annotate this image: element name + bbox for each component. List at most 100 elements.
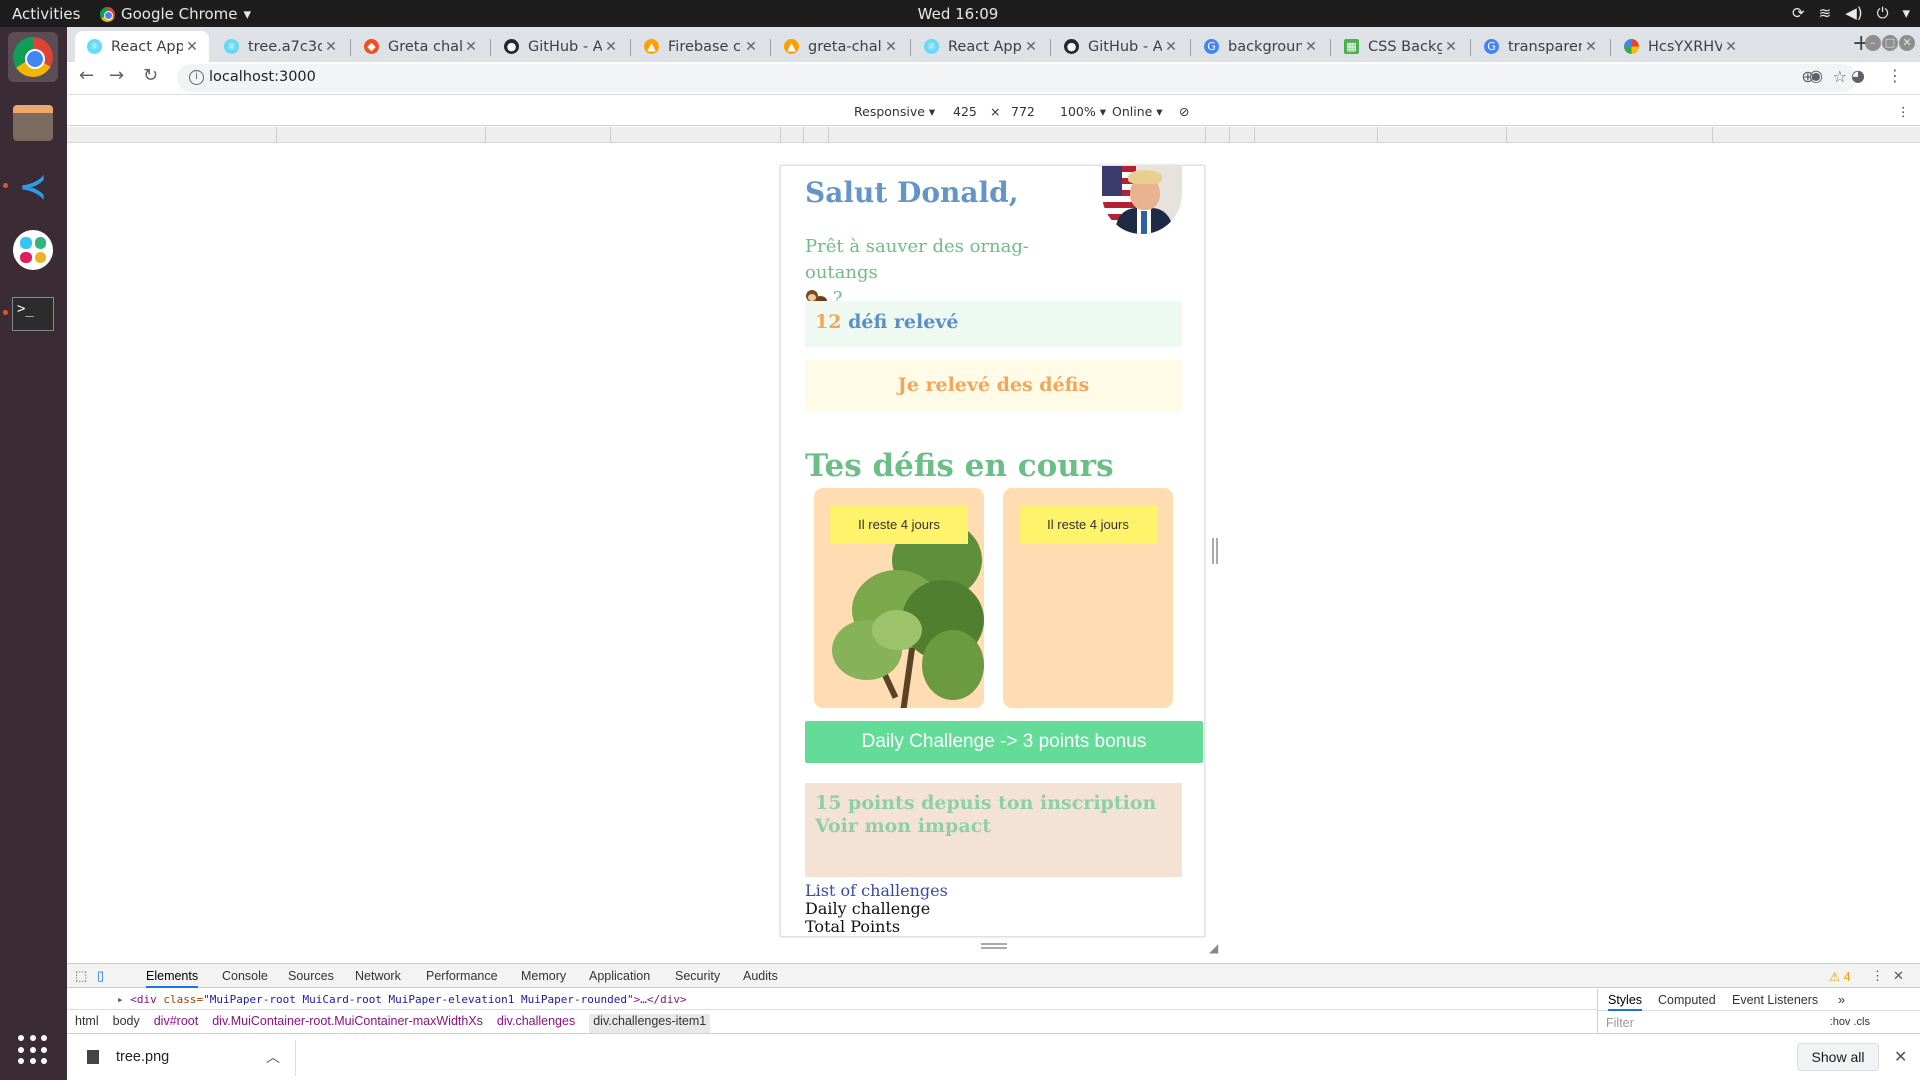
devtools-tab-security[interactable]: Security [675, 969, 720, 983]
app-menu[interactable]: Google Chrome ▾ [100, 5, 251, 23]
profile-avatar-icon[interactable]: ◕ [1851, 66, 1865, 85]
breadcrumb-html[interactable]: html [75, 1014, 99, 1033]
devtools-tab-sources[interactable]: Sources [288, 969, 334, 983]
resize-handle-right[interactable] [1212, 538, 1218, 564]
devtools-tab-console[interactable]: Console [222, 969, 268, 983]
styles-filter-input[interactable]: Filter [1606, 1016, 1634, 1030]
close-icon[interactable]: ✕ [322, 39, 340, 55]
close-window-icon[interactable]: ✕ [1899, 35, 1915, 51]
system-tray[interactable]: ⟳ ≋ ◀) ⏻ ▾ [1792, 4, 1910, 22]
total-points-link[interactable]: Total Points [805, 918, 948, 936]
breadcrumb-challenges-item1[interactable]: div.challenges-item1 [589, 1014, 711, 1033]
wifi-icon[interactable]: ≋ [1819, 4, 1832, 22]
dock-vscode[interactable]: ≺ [8, 162, 58, 212]
close-icon[interactable]: ✕ [1582, 39, 1600, 55]
tab-css-background[interactable]: ▦ CSS Backgr ✕ [1332, 31, 1468, 62]
bookmark-star-icon[interactable]: ☆ [1833, 67, 1847, 86]
tab-google-background[interactable]: G backgroun ✕ [1192, 31, 1328, 62]
extension-icon[interactable]: ◉ [1809, 66, 1823, 85]
challenge-card[interactable]: Il reste 4 jours [814, 488, 984, 708]
total-points-panel[interactable]: 15 points depuis ton inscription Voir mo… [805, 783, 1182, 877]
close-icon[interactable]: ✕ [1442, 39, 1460, 55]
menu-kebab-icon[interactable]: ⋮ [1887, 66, 1903, 85]
devtools-tab-network[interactable]: Network [355, 969, 401, 983]
breadcrumb-challenges[interactable]: div.challenges [497, 1014, 575, 1033]
url-text[interactable]: localhost:3000 [209, 69, 316, 85]
maximize-icon[interactable]: □ [1882, 35, 1898, 51]
tab-google-transparent[interactable]: G transparen ✕ [1472, 31, 1608, 62]
viewport-height-input[interactable]: 772 [1011, 104, 1035, 119]
close-icon[interactable]: ✕ [462, 39, 480, 55]
warning-counter[interactable]: ⚠ 4 [1829, 969, 1851, 984]
reload-icon[interactable]: ↻ [143, 65, 158, 86]
dom-tree-line[interactable]: ▸ <div class="MuiPaper-root MuiCard-root… [67, 989, 1597, 1009]
devtools-tab-elements[interactable]: Elements [146, 969, 199, 988]
device-options-kebab-icon[interactable]: ⋮ [1897, 104, 1910, 119]
close-icon[interactable]: ✕ [742, 39, 760, 55]
tab-firebase-1[interactable]: ▲ Firebase co ✕ [632, 31, 768, 62]
list-of-challenges-link[interactable]: List of challenges [805, 882, 948, 900]
tab-firebase-2[interactable]: ▲ greta-challe ✕ [772, 31, 908, 62]
device-toggle-icon[interactable]: ▯ [97, 968, 104, 984]
close-icon[interactable]: ✕ [1894, 1047, 1907, 1067]
close-icon[interactable]: ✕ [1162, 39, 1180, 55]
device-mode-select[interactable]: Responsive ▾ [854, 104, 935, 119]
tab-react-app-2[interactable]: ⚛ React App ✕ [912, 31, 1048, 62]
system-clock[interactable]: Wed 16:09 [918, 5, 999, 23]
tab-photos[interactable]: HcsYXRHVI ✕ [1612, 31, 1748, 62]
close-icon[interactable]: ✕ [1302, 39, 1320, 55]
resize-handle-bottom[interactable] [981, 943, 1007, 949]
resize-handle-corner[interactable]: ◢ [1209, 941, 1218, 955]
tab-react-app[interactable]: ⚛ React App ✕ [75, 31, 209, 62]
tab-tree[interactable]: ⚛ tree.a7c3d ✕ [212, 31, 348, 62]
more-tabs-icon[interactable]: » [1838, 993, 1845, 1007]
computed-tab[interactable]: Computed [1658, 993, 1716, 1007]
daily-challenge-link[interactable]: Daily challenge [805, 900, 948, 918]
info-icon[interactable]: i [189, 70, 204, 85]
close-icon[interactable]: ✕ [183, 39, 201, 55]
forward-arrow-icon[interactable]: → [109, 65, 124, 86]
close-icon[interactable]: ✕ [1022, 39, 1040, 55]
event-listeners-tab[interactable]: Event Listeners [1732, 993, 1818, 1007]
dock-files[interactable] [8, 98, 58, 148]
breadcrumb-container[interactable]: div.MuiContainer-root.MuiContainer-maxWi… [212, 1014, 483, 1033]
tab-github-2[interactable]: ● GitHub - Al ✕ [1052, 31, 1188, 62]
devtools-close-icon[interactable]: ✕ [1893, 968, 1904, 984]
minimize-icon[interactable]: – [1865, 35, 1881, 51]
hov-cls-toggle[interactable]: :hov .cls [1830, 1016, 1870, 1028]
chevron-down-icon[interactable]: ▾ [1902, 4, 1910, 22]
close-icon[interactable]: ✕ [602, 39, 620, 55]
user-avatar[interactable] [1102, 166, 1182, 234]
network-throttle-select[interactable]: Online ▾ [1112, 104, 1163, 119]
dock-slack[interactable] [8, 225, 58, 275]
volume-icon[interactable]: ◀) [1845, 4, 1862, 22]
breadcrumb-root[interactable]: div#root [154, 1014, 198, 1033]
dock-terminal[interactable]: >_ [8, 289, 58, 339]
devtools-tab-memory[interactable]: Memory [521, 969, 566, 983]
tab-github-1[interactable]: ● GitHub - Al ✕ [492, 31, 628, 62]
devtools-menu-kebab-icon[interactable]: ⋮ [1871, 968, 1884, 984]
viewport-width-input[interactable]: 425 [953, 104, 977, 119]
rotate-icon[interactable]: ⊘ [1179, 104, 1189, 119]
download-file-name[interactable]: tree.png [116, 1049, 169, 1065]
media-query-bar[interactable] [67, 127, 1920, 143]
dock-chrome[interactable] [8, 32, 58, 82]
close-icon[interactable]: ✕ [1722, 39, 1740, 55]
show-all-downloads-button[interactable]: Show all [1797, 1043, 1879, 1071]
chevron-up-icon[interactable]: ︿ [266, 1047, 280, 1067]
daily-challenge-button[interactable]: Daily Challenge -> 3 points bonus [805, 721, 1203, 763]
activities-button[interactable]: Activities [12, 5, 80, 23]
tab-greta-figma[interactable]: ◆ Greta challe ✕ [352, 31, 488, 62]
breadcrumb-body[interactable]: body [113, 1014, 140, 1033]
show-apps-button[interactable] [8, 1025, 58, 1075]
address-bar[interactable]: i localhost:3000 ⊕ ☆ [177, 64, 1857, 92]
challenge-card[interactable]: Il reste 4 jours [1003, 488, 1173, 708]
take-challenges-button[interactable]: Je relevé des défis [805, 360, 1182, 411]
sync-icon[interactable]: ⟳ [1792, 4, 1805, 22]
devtools-tab-application[interactable]: Application [589, 969, 650, 983]
inspect-element-icon[interactable]: ⬚ [75, 968, 87, 984]
styles-tab[interactable]: Styles [1608, 993, 1643, 1011]
back-arrow-icon[interactable]: ← [79, 65, 94, 86]
devtools-tab-performance[interactable]: Performance [426, 969, 498, 983]
close-icon[interactable]: ✕ [882, 39, 900, 55]
